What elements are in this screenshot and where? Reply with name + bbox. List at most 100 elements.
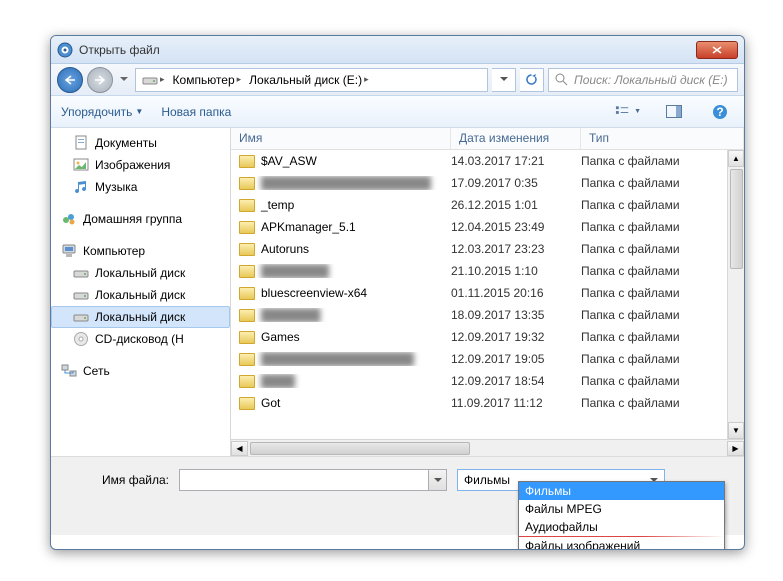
- file-date: 12.09.2017 18:54: [451, 374, 581, 388]
- column-date[interactable]: Дата изменения: [451, 128, 581, 149]
- pane-icon: [666, 105, 682, 118]
- file-row[interactable]: $AV_ASW14.03.2017 17:21Папка с файлами: [231, 150, 744, 172]
- file-type: Папка с файлами: [581, 176, 744, 190]
- file-list[interactable]: $AV_ASW14.03.2017 17:21Папка с файлами██…: [231, 150, 744, 439]
- folder-icon: [239, 353, 255, 366]
- sidebar-drive-item[interactable]: Локальный диск: [51, 306, 230, 328]
- file-type: Папка с файлами: [581, 264, 744, 278]
- new-folder-button[interactable]: Новая папка: [161, 105, 231, 119]
- filename-dropdown-button[interactable]: [429, 469, 447, 491]
- sidebar-label: Локальный диск: [95, 310, 185, 324]
- breadcrumb-drive[interactable]: Локальный диск (E:) ▸: [245, 71, 372, 89]
- view-icon: [615, 105, 632, 119]
- horizontal-scrollbar[interactable]: ◀ ▶: [231, 439, 744, 456]
- img-icon: [73, 157, 89, 173]
- dropdown-item[interactable]: Аудиофайлы: [519, 518, 724, 536]
- folder-icon: [239, 309, 255, 322]
- back-button[interactable]: [57, 67, 83, 93]
- dropdown-item[interactable]: Фильмы: [519, 482, 724, 500]
- sidebar-label: Документы: [95, 136, 157, 150]
- file-row[interactable]: bluescreenview-x6401.11.2015 20:16Папка …: [231, 282, 744, 304]
- file-type: Папка с файлами: [581, 308, 744, 322]
- breadcrumb-label: Компьютер: [173, 73, 235, 87]
- scroll-thumb[interactable]: [250, 442, 470, 455]
- folder-icon: [239, 177, 255, 190]
- file-name: ████████: [261, 264, 329, 278]
- file-row[interactable]: APKmanager_5.112.04.2015 23:49Папка с фа…: [231, 216, 744, 238]
- scroll-right-button[interactable]: ▶: [727, 441, 744, 456]
- dialog-body: Документы ИзображенияМузыка Домашняя груп…: [51, 128, 744, 456]
- filename-input[interactable]: [179, 469, 429, 491]
- file-name: ████████████████████: [261, 176, 431, 190]
- close-button[interactable]: [696, 41, 738, 59]
- column-name[interactable]: Имя: [231, 128, 451, 149]
- nav-history-dropdown[interactable]: [117, 67, 131, 93]
- file-type: Папка с файлами: [581, 374, 744, 388]
- breadcrumb-computer[interactable]: Компьютер ▸: [169, 71, 246, 89]
- file-date: 12.09.2017 19:05: [451, 352, 581, 366]
- refresh-icon: [525, 73, 538, 86]
- drive-icon: [73, 265, 89, 281]
- sidebar-computer[interactable]: Компьютер: [51, 240, 230, 262]
- open-file-dialog: Открыть файл ▸ Компьютер ▸ Локальный дис…: [50, 35, 745, 550]
- sidebar-label: Домашняя группа: [83, 212, 182, 226]
- help-button[interactable]: ?: [706, 101, 734, 123]
- file-date: 12.03.2017 23:23: [451, 242, 581, 256]
- file-row[interactable]: ████████21.10.2015 1:10Папка с файлами: [231, 260, 744, 282]
- file-pane: Имя Дата изменения Тип $AV_ASW14.03.2017…: [231, 128, 744, 456]
- address-dropdown-button[interactable]: [492, 68, 516, 92]
- filetype-dropdown[interactable]: ФильмыФайлы MPEGАудиофайлыФайлы изображе…: [518, 481, 725, 550]
- sidebar-label: Локальный диск: [95, 288, 185, 302]
- refresh-button[interactable]: [520, 68, 544, 92]
- breadcrumb-root[interactable]: ▸: [138, 70, 169, 90]
- file-row[interactable]: Got11.09.2017 11:12Папка с файлами: [231, 392, 744, 414]
- sidebar-drive-item[interactable]: CD-дисковод (H: [51, 328, 230, 350]
- help-icon: ?: [712, 104, 728, 120]
- view-options-button[interactable]: ▼: [614, 101, 642, 123]
- preview-pane-button[interactable]: [660, 101, 688, 123]
- file-date: 26.12.2015 1:01: [451, 198, 581, 212]
- sidebar-library-item[interactable]: Музыка: [51, 176, 230, 198]
- sidebar-drive-item[interactable]: Локальный диск: [51, 284, 230, 306]
- sidebar-library-item[interactable]: Документы: [51, 132, 230, 154]
- scroll-left-button[interactable]: ◀: [231, 441, 248, 456]
- dropdown-item[interactable]: Файлы MPEG: [519, 500, 724, 518]
- file-row[interactable]: ████████████████████17.09.2017 0:35Папка…: [231, 172, 744, 194]
- scroll-thumb[interactable]: [730, 169, 743, 269]
- sidebar-homegroup[interactable]: Домашняя группа: [51, 208, 230, 230]
- file-row[interactable]: Autoruns12.03.2017 23:23Папка с файлами: [231, 238, 744, 260]
- folder-icon: [239, 375, 255, 388]
- drive-icon: [142, 72, 158, 88]
- organize-button[interactable]: Упорядочить ▼: [61, 105, 143, 119]
- address-bar[interactable]: ▸ Компьютер ▸ Локальный диск (E:) ▸: [135, 68, 488, 92]
- file-row[interactable]: Games12.09.2017 19:32Папка с файлами: [231, 326, 744, 348]
- app-icon: [57, 42, 73, 58]
- breadcrumb-label: Локальный диск (E:): [249, 73, 362, 87]
- scroll-track[interactable]: [728, 167, 744, 422]
- search-input[interactable]: Поиск: Локальный диск (E:): [548, 68, 738, 92]
- chevron-down-icon: [434, 478, 442, 483]
- file-type: Папка с файлами: [581, 352, 744, 366]
- vertical-scrollbar[interactable]: ▲ ▼: [727, 150, 744, 439]
- scroll-down-button[interactable]: ▼: [728, 422, 744, 439]
- sidebar-library-item[interactable]: Изображения: [51, 154, 230, 176]
- search-placeholder: Поиск: Локальный диск (E:): [574, 73, 728, 87]
- file-date: 11.09.2017 11:12: [451, 396, 581, 410]
- sidebar-drive-item[interactable]: Локальный диск: [51, 262, 230, 284]
- scroll-track[interactable]: [248, 442, 727, 455]
- file-row[interactable]: ███████18.09.2017 13:35Папка с файлами: [231, 304, 744, 326]
- dropdown-item[interactable]: Файлы изображений: [519, 537, 724, 550]
- scroll-up-button[interactable]: ▲: [728, 150, 744, 167]
- file-row[interactable]: ██████████████████12.09.2017 19:05Папка …: [231, 348, 744, 370]
- file-row[interactable]: ████12.09.2017 18:54Папка с файлами: [231, 370, 744, 392]
- folder-icon: [239, 199, 255, 212]
- forward-button[interactable]: [87, 67, 113, 93]
- file-name: ███████: [261, 308, 321, 322]
- folder-icon: [239, 155, 255, 168]
- chevron-down-icon: [500, 77, 508, 82]
- file-date: 12.04.2015 23:49: [451, 220, 581, 234]
- file-row[interactable]: _temp26.12.2015 1:01Папка с файлами: [231, 194, 744, 216]
- file-name: bluescreenview-x64: [261, 286, 367, 300]
- column-type[interactable]: Тип: [581, 128, 744, 149]
- sidebar-network[interactable]: Сеть: [51, 360, 230, 382]
